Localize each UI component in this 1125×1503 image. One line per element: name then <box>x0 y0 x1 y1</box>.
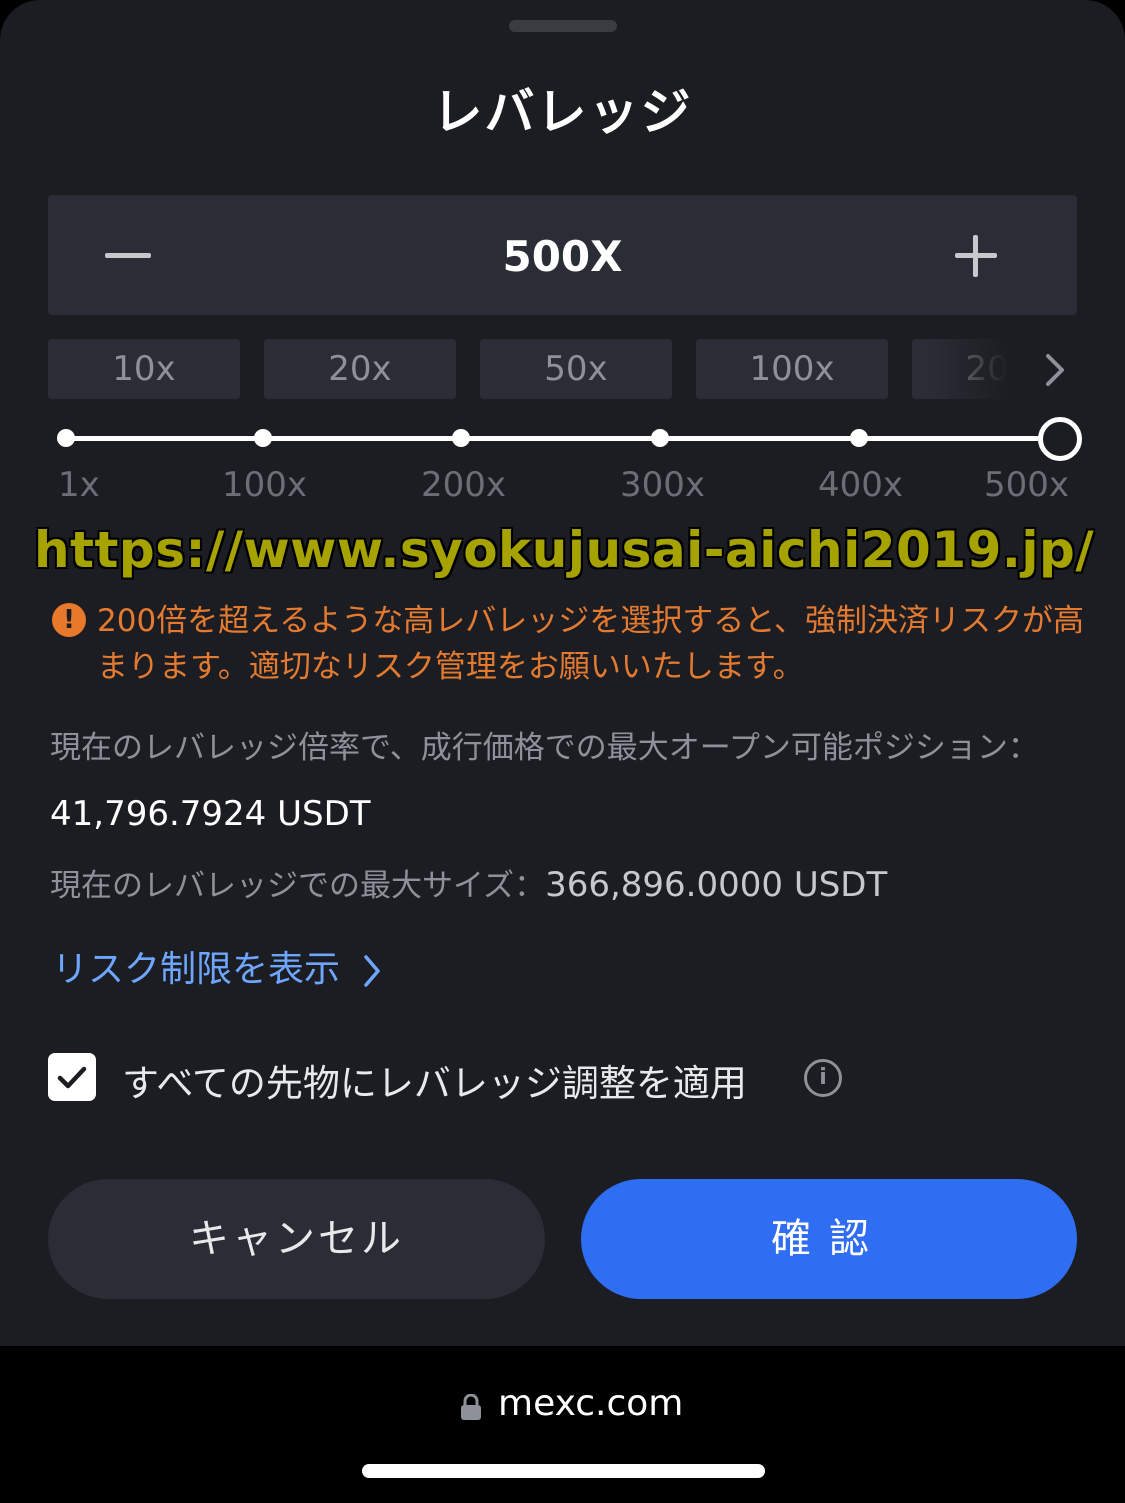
leverage-stepper: 500X <box>48 195 1077 315</box>
leverage-value[interactable]: 500X <box>48 195 1077 315</box>
slider-stop[interactable] <box>254 429 272 447</box>
slider-stop[interactable] <box>57 429 75 447</box>
max-open-position: 現在のレバレッジ倍率で、成行価格での最大オープン可能ポジション： 41,796.7… <box>50 715 1080 848</box>
lock-icon <box>461 1394 481 1420</box>
leverage-sheet: レバレッジ 500X 10x 20x 50x 100x 200x 1x 100x… <box>0 0 1125 1346</box>
confirm-button[interactable]: 確認 <box>581 1179 1077 1299</box>
quick-option-10x[interactable]: 10x <box>48 339 240 399</box>
max-size-value: 366,896.0000 USDT <box>545 865 888 905</box>
decrease-button[interactable] <box>78 195 198 315</box>
max-size: 現在のレバレッジでの最大サイズ：366,896.0000 USDT <box>50 860 1100 905</box>
watermark-url: https://www.syokujusai-aichi2019.jp/ <box>34 521 1095 579</box>
risk-limit-label: リスク制限を表示 <box>52 949 341 990</box>
risk-limit-link[interactable]: リスク制限を表示 <box>52 940 383 992</box>
slider-tick-label: 1x <box>58 465 100 505</box>
quick-leverage-options: 10x 20x 50x 100x 200x <box>48 339 1028 399</box>
drag-handle[interactable] <box>509 20 617 32</box>
info-icon[interactable]: i <box>804 1059 842 1097</box>
max-open-value: 41,796.7924 USDT <box>50 794 371 834</box>
slider-tick-label: 300x <box>620 465 706 505</box>
chevron-right-icon <box>364 955 381 987</box>
max-size-label: 現在のレバレッジでの最大サイズ： <box>50 868 546 904</box>
slider-stop[interactable] <box>651 429 669 447</box>
slider-stop[interactable] <box>850 429 868 447</box>
slider-tick-label: 100x <box>222 465 308 505</box>
slider-track <box>66 436 1060 441</box>
minus-icon <box>105 253 151 258</box>
slider-tick-label: 200x <box>421 465 507 505</box>
max-open-label: 現在のレバレッジ倍率で、成行価格での最大オープン可能ポジション： <box>50 730 1039 766</box>
cancel-button[interactable]: キャンセル <box>48 1179 545 1299</box>
slider-thumb[interactable] <box>1038 417 1082 461</box>
url-text[interactable]: mexc.com <box>498 1383 683 1424</box>
apply-all-checkbox[interactable] <box>48 1053 96 1101</box>
slider-tick-label: 500x <box>984 465 1070 505</box>
slider-tick-label: 400x <box>818 465 904 505</box>
sheet-title: レバレッジ <box>432 83 693 141</box>
quick-option-20x[interactable]: 20x <box>264 339 456 399</box>
leverage-slider[interactable] <box>0 410 1125 470</box>
slider-stop[interactable] <box>452 429 470 447</box>
home-indicator[interactable] <box>362 1464 765 1478</box>
quick-option-50x[interactable]: 50x <box>480 339 672 399</box>
browser-url-bar[interactable] <box>0 1346 1125 1503</box>
quick-option-100x[interactable]: 100x <box>696 339 888 399</box>
chevron-right-icon[interactable] <box>1040 350 1070 390</box>
apply-all-label[interactable]: すべての先物にレバレッジ調整を適用 <box>122 1053 747 1107</box>
checkmark-icon <box>57 1066 87 1089</box>
warning-text: 200倍を超えるような高レバレッジを選択すると、強制決済リスクが高まります。適切… <box>97 603 1084 685</box>
increase-button[interactable] <box>927 195 1047 315</box>
warning-icon: ! <box>52 603 86 637</box>
